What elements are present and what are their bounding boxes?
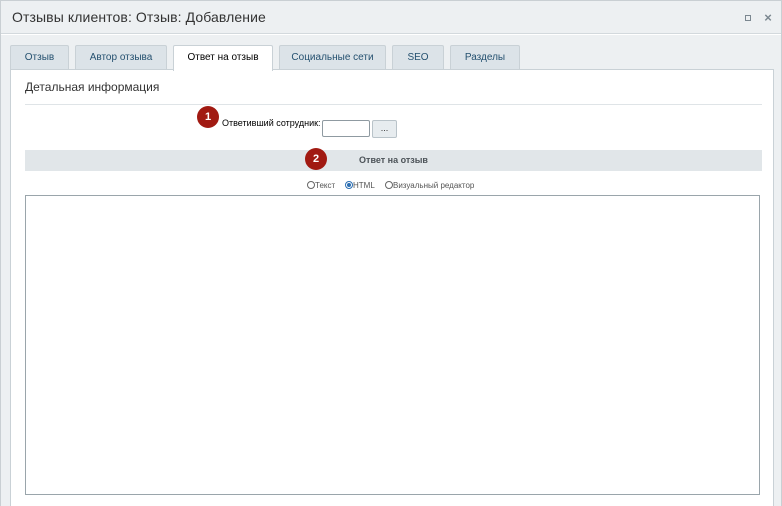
reply-group-header: Ответ на отзыв bbox=[25, 150, 762, 171]
tab-author[interactable]: Автор отзыва bbox=[75, 45, 167, 70]
mode-html-option[interactable]: HTML bbox=[345, 181, 375, 193]
reply-group-title: Ответ на отзыв bbox=[359, 155, 428, 165]
radio-checked-icon[interactable] bbox=[345, 181, 353, 189]
tab-content-panel: Детальная информация 1 Ответивший сотруд… bbox=[10, 69, 774, 506]
window-title: Отзывы клиентов: Отзыв: Добавление bbox=[12, 9, 266, 25]
tab-sections[interactable]: Разделы bbox=[450, 45, 520, 70]
title-bar: Отзывы клиентов: Отзыв: Добавление × bbox=[1, 1, 781, 34]
tab-reply[interactable]: Ответ на отзыв bbox=[173, 45, 273, 71]
reply-textarea[interactable] bbox=[25, 195, 760, 495]
mode-text-option[interactable]: Текст bbox=[307, 181, 335, 193]
radio-unchecked-icon[interactable] bbox=[385, 181, 393, 189]
mode-visual-option[interactable]: Визуальный редактор bbox=[385, 181, 474, 193]
mode-visual-label: Визуальный редактор bbox=[393, 181, 475, 190]
section-title: Детальная информация bbox=[25, 80, 160, 94]
mode-html-label: HTML bbox=[353, 181, 375, 190]
annotation-badge-2: 2 bbox=[305, 148, 327, 170]
responder-label: Ответивший сотрудник: bbox=[222, 118, 321, 128]
responder-select-button[interactable]: ... bbox=[372, 120, 397, 138]
tab-review[interactable]: Отзыв bbox=[10, 45, 69, 70]
dialog-window: Отзывы клиентов: Отзыв: Добавление × Отз… bbox=[0, 0, 782, 506]
tab-seo[interactable]: SEO bbox=[392, 45, 444, 70]
mode-text-label: Текст bbox=[315, 181, 336, 190]
square-icon bbox=[745, 15, 751, 21]
close-icon[interactable]: × bbox=[763, 11, 773, 24]
tab-social[interactable]: Социальные сети bbox=[279, 45, 386, 70]
responder-input[interactable] bbox=[322, 120, 370, 137]
annotation-badge-1: 1 bbox=[197, 106, 219, 128]
section-divider bbox=[25, 104, 762, 105]
radio-unchecked-icon[interactable] bbox=[307, 181, 315, 189]
minimize-button[interactable] bbox=[743, 13, 753, 23]
